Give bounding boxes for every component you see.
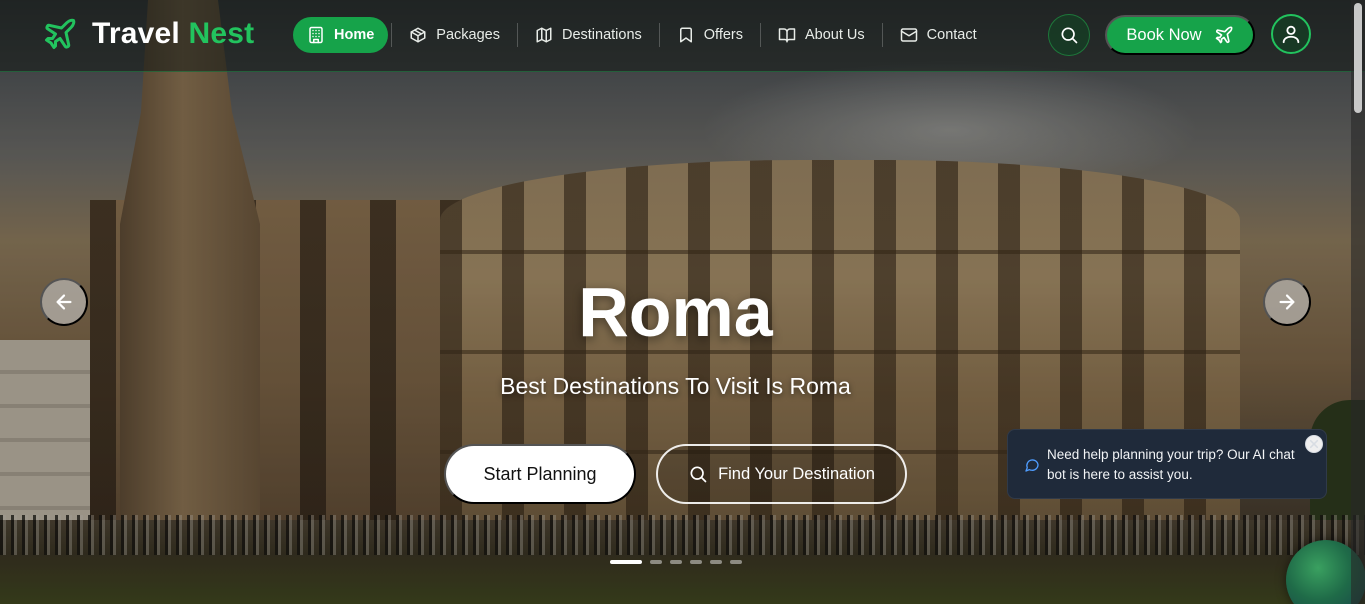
search-icon — [690, 466, 707, 483]
close-icon — [1309, 439, 1319, 449]
nav-item-home[interactable]: Home — [293, 17, 389, 53]
find-destination-label: Find Your Destination — [718, 464, 875, 483]
carousel-dot-2[interactable] — [650, 560, 662, 564]
brand-name: Travel Nest — [92, 17, 255, 50]
nav-item-destinations[interactable]: Destinations — [521, 17, 656, 53]
chat-prompt-text: Need help planning your trip? Our AI cha… — [1047, 447, 1295, 482]
find-destination-button[interactable]: Find Your Destination — [656, 444, 907, 504]
building-icon — [309, 26, 323, 44]
chat-prompt-bubble[interactable]: Need help planning your trip? Our AI cha… — [1007, 429, 1327, 499]
nav-divider — [760, 23, 761, 47]
hero-title: Roma — [578, 273, 773, 351]
nav-divider — [658, 23, 660, 47]
book-open-icon — [778, 28, 796, 43]
carousel-dot-1[interactable] — [610, 560, 642, 564]
mail-icon — [900, 28, 917, 42]
carousel-dot-6[interactable] — [730, 560, 742, 564]
nav-divider — [516, 23, 518, 47]
start-planning-label: Start Planning — [483, 463, 597, 484]
nav-item-label: Contact — [926, 27, 977, 43]
search-button[interactable] — [1048, 14, 1090, 56]
carousel-dot-5[interactable] — [710, 560, 722, 564]
map-icon — [536, 27, 552, 43]
brand-logo[interactable]: Travel Nest — [42, 16, 254, 52]
nav-item-label: Packages — [436, 27, 500, 43]
nav-item-label: About Us — [805, 27, 865, 43]
nav-item-contact[interactable]: Contact — [886, 17, 991, 53]
chat-close-button[interactable] — [1305, 435, 1323, 453]
profile-button[interactable] — [1271, 14, 1311, 54]
nav-item-label: Home — [334, 27, 375, 43]
nav-item-label: Destinations — [561, 27, 642, 43]
nav-item-offers[interactable]: Offers — [663, 17, 757, 53]
scrollbar-thumb[interactable] — [1354, 3, 1362, 113]
nav-item-about-us[interactable]: About Us — [764, 17, 879, 53]
carousel-dot-3[interactable] — [670, 560, 682, 564]
start-planning-button[interactable]: Start Planning — [444, 444, 636, 504]
nav-divider — [881, 23, 883, 47]
page-scrollbar[interactable] — [1351, 0, 1365, 604]
search-icon — [1061, 27, 1078, 44]
nav-item-label: Offers — [703, 27, 743, 43]
site-header: Travel Nest Home Packages Destinations O… — [0, 0, 1365, 72]
hero-subtitle: Best Destinations To Visit Is Roma — [500, 373, 851, 399]
carousel-indicators — [610, 560, 742, 564]
user-icon — [1282, 25, 1300, 44]
book-now-button[interactable]: Book Now — [1105, 15, 1255, 55]
nav-item-packages[interactable]: Packages — [395, 17, 514, 53]
plane-logo-icon — [45, 18, 76, 49]
plane-icon — [1215, 26, 1233, 44]
box-icon — [410, 27, 426, 43]
carousel-dot-4[interactable] — [690, 560, 702, 564]
main-nav: Home Packages Destinations Offers About … — [293, 17, 991, 53]
nav-divider — [391, 23, 393, 47]
bookmark-icon — [679, 27, 692, 43]
book-now-label: Book Now — [1126, 25, 1202, 44]
message-circle-icon — [1025, 459, 1039, 472]
